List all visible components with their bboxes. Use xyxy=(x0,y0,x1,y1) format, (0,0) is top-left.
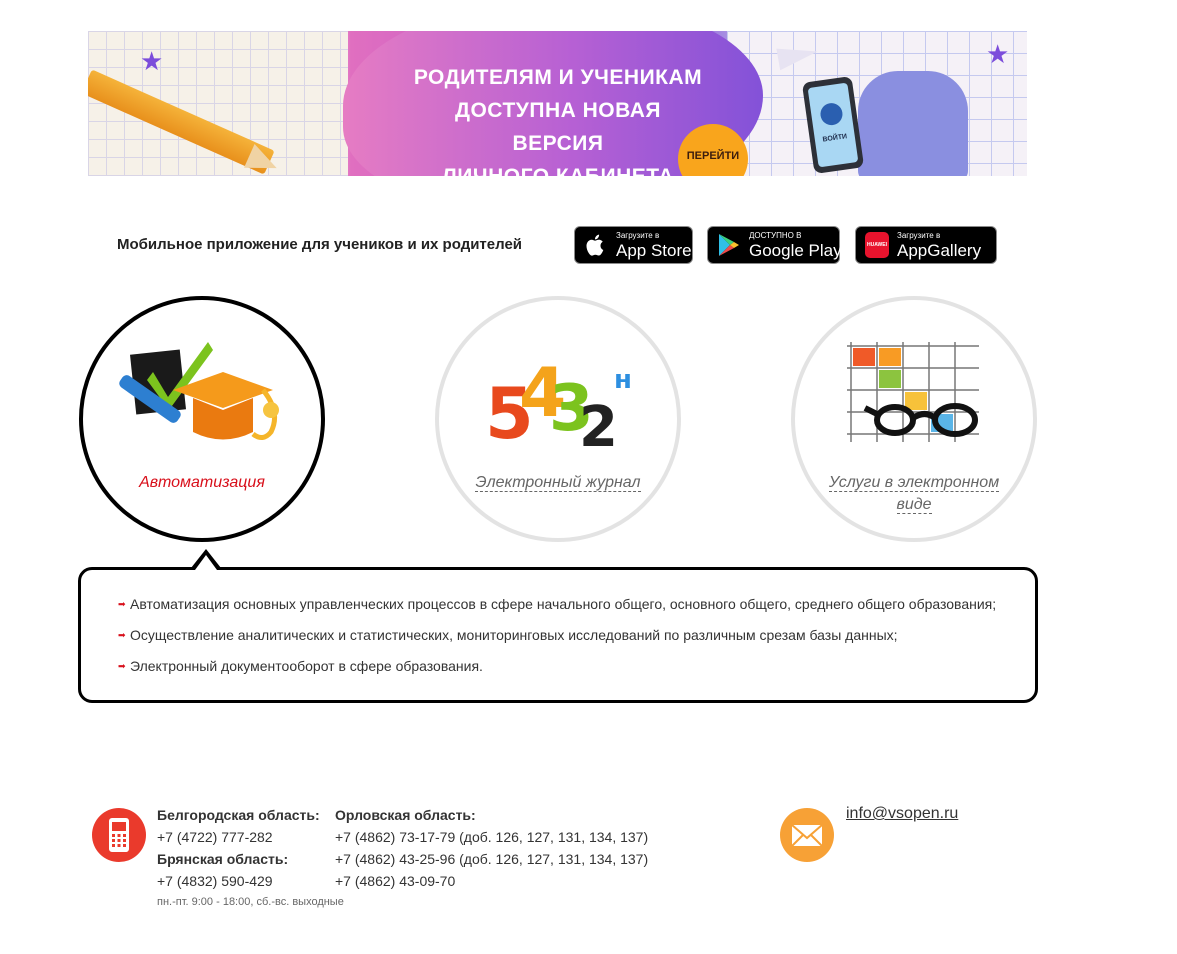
phone-login-label: ВОЙТИ xyxy=(822,133,848,144)
list-item: ➡ Электронный документооборот в сфере об… xyxy=(118,651,996,682)
bryansk-label: Брянская область: xyxy=(157,851,289,867)
appgallery-button[interactable]: HUAWEI Загрузите в AppGallery xyxy=(855,226,997,264)
svg-text:2: 2 xyxy=(579,395,618,458)
list-item: ➡ Осуществление аналитических и статисти… xyxy=(118,620,996,651)
belgorod-phone[interactable]: +7 (4722) 777-282 xyxy=(157,826,320,848)
app-store-big-text: App Store xyxy=(616,240,692,260)
appgallery-small-text: Загрузите в xyxy=(897,230,941,240)
footer-contacts-left: Белгородская область: +7 (4722) 777-282 … xyxy=(157,804,320,892)
banner-title-line: Родителям и ученикам xyxy=(413,66,703,89)
banner-title-line: личного кабинета xyxy=(408,160,708,176)
list-item-text: Электронный документооборот в сфере обра… xyxy=(130,658,483,674)
section-automation[interactable]: Автоматизация xyxy=(79,296,325,542)
list-item: ➡ Автоматизация основных управленческих … xyxy=(118,589,996,620)
mobile-app-label: Мобильное приложение для учеников и их р… xyxy=(117,236,523,253)
backpack-icon xyxy=(858,71,968,176)
orel-label: Орловская область: xyxy=(335,807,476,823)
working-hours: пн.-пт. 9:00 - 18:00, сб.-вс. выходные xyxy=(157,896,344,908)
google-play-icon xyxy=(717,233,741,257)
section-e-services[interactable]: Услуги в электронном виде xyxy=(791,296,1037,542)
star-icon: ★ xyxy=(140,46,164,76)
huawei-logo: HUAWEI xyxy=(865,232,889,258)
huawei-icon: HUAWEI xyxy=(865,232,889,258)
app-store-button[interactable]: Загрузите в App Store xyxy=(574,226,693,264)
mobile-phone-icon xyxy=(92,808,146,862)
banner-title: Родителям и ученикам доступна новая верс… xyxy=(408,61,708,176)
footer-contacts-orel: Орловская область: +7 (4862) 73-17-79 (д… xyxy=(335,804,648,892)
orel-phone[interactable]: +7 (4862) 43-25-96 (доб. 126, 127, 131, … xyxy=(335,848,648,870)
app-store-small-text: Загрузите в xyxy=(616,230,660,240)
banner-title-line: доступна новая версия xyxy=(455,99,661,155)
grades-journal-icon: 5 4 3 2 н xyxy=(485,354,632,458)
belgorod-label: Белгородская область: xyxy=(157,807,320,823)
active-section-pointer-fill xyxy=(195,555,217,570)
orel-phone[interactable]: +7 (4862) 43-09-70 xyxy=(335,870,648,892)
section-e-journal[interactable]: 5 4 3 2 н Электронный журнал xyxy=(435,296,681,542)
email-link[interactable]: info@vsopen.ru xyxy=(846,805,958,823)
user-avatar-icon xyxy=(819,101,844,127)
section-e-services-link-line2[interactable]: виде xyxy=(896,496,932,514)
envelope-icon xyxy=(780,808,834,862)
description-list: ➡ Автоматизация основных управленческих … xyxy=(118,589,996,682)
arrow-bullet-icon: ➡ xyxy=(118,630,126,640)
section-e-journal-link[interactable]: Электронный журнал xyxy=(475,474,641,492)
list-item-text: Осуществление аналитических и статистиче… xyxy=(130,627,898,643)
star-icon: ★ xyxy=(986,39,1010,69)
svg-text:н: н xyxy=(614,365,632,395)
section-e-services-link-line1[interactable]: Услуги в электронном xyxy=(828,474,1000,492)
google-play-big-text: Google Play xyxy=(749,240,842,260)
glasses-schedule-icon xyxy=(847,342,979,442)
smartphone-screen: ВОЙТИ xyxy=(807,82,859,168)
automation-icon xyxy=(119,342,279,440)
promo-banner[interactable]: ★ ★ Родителям и ученикам доступна новая … xyxy=(88,31,1027,176)
google-play-small-text: ДОСТУПНО В xyxy=(749,230,802,240)
apple-icon xyxy=(584,233,608,257)
arrow-bullet-icon: ➡ xyxy=(118,661,126,671)
appgallery-big-text: AppGallery xyxy=(897,240,982,260)
arrow-bullet-icon: ➡ xyxy=(118,599,126,609)
section-e-services-label: Услуги в электронном виде xyxy=(815,472,1013,516)
google-play-button[interactable]: ДОСТУПНО В Google Play xyxy=(707,226,842,264)
section-description-box: ➡ Автоматизация основных управленческих … xyxy=(78,567,1038,703)
section-e-journal-label: Электронный журнал xyxy=(459,472,657,494)
section-automation-label: Автоматизация xyxy=(139,474,265,491)
bryansk-phone[interactable]: +7 (4832) 590-429 xyxy=(157,870,320,892)
list-item-text: Автоматизация основных управленческих пр… xyxy=(130,596,997,612)
orel-phone[interactable]: +7 (4862) 73-17-79 (доб. 126, 127, 131, … xyxy=(335,826,648,848)
